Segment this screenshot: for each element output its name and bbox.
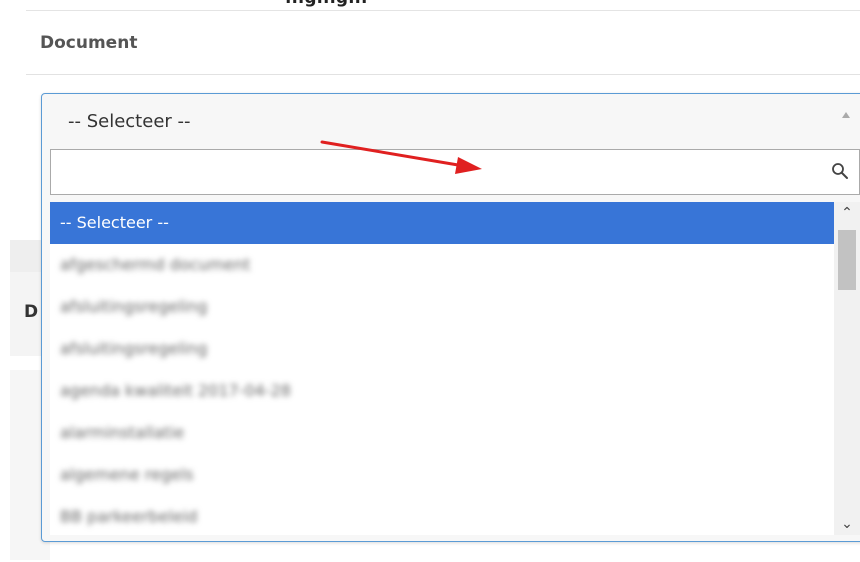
select-option[interactable]: afsluitingsregeling (50, 286, 834, 328)
top-divider (26, 10, 860, 11)
select-option-label: -- Selecteer -- (60, 213, 169, 232)
select-option[interactable]: -- Selecteer -- (50, 202, 834, 244)
scrollbar-thumb[interactable] (838, 230, 856, 290)
select-option-label: BB parkeerbeleid (60, 507, 198, 526)
select-option-label: alarminstallatie (60, 423, 185, 442)
select-options-list[interactable]: -- Selecteer -- afgeschermd document afs… (50, 202, 834, 535)
background-panel-label: D (24, 302, 39, 322)
select-option[interactable]: BB parkeerbeleid (50, 496, 834, 535)
section-divider (26, 74, 860, 75)
select-option-label: afsluitingsregeling (60, 297, 208, 316)
select-option-label: agenda kwaliteit 2017-04-28 (60, 381, 291, 400)
top-heading: ...g...g... (285, 0, 367, 8)
chevron-up-icon[interactable]: ⌃ (834, 202, 860, 224)
select-option-label: algemene regels (60, 465, 194, 484)
options-scrollbar[interactable]: ⌃ ⌄ (834, 202, 860, 535)
annotation-arrow-icon (320, 140, 482, 174)
select-option[interactable]: alarminstallatie (50, 412, 834, 454)
chevron-down-icon[interactable]: ⌄ (834, 513, 860, 535)
select-option[interactable]: agenda kwaliteit 2017-04-28 (50, 370, 834, 412)
select-option-label: afgeschermd document (60, 255, 251, 274)
caret-up-icon[interactable] (842, 112, 850, 118)
search-icon (832, 163, 848, 179)
select-current-value[interactable]: -- Selecteer -- (68, 111, 191, 132)
select-option-label: afsluitingsregeling (60, 339, 208, 358)
select-option[interactable]: algemene regels (50, 454, 834, 496)
select-option[interactable]: afgeschermd document (50, 244, 834, 286)
document-label: Document (40, 33, 138, 53)
select-option[interactable]: afsluitingsregeling (50, 328, 834, 370)
